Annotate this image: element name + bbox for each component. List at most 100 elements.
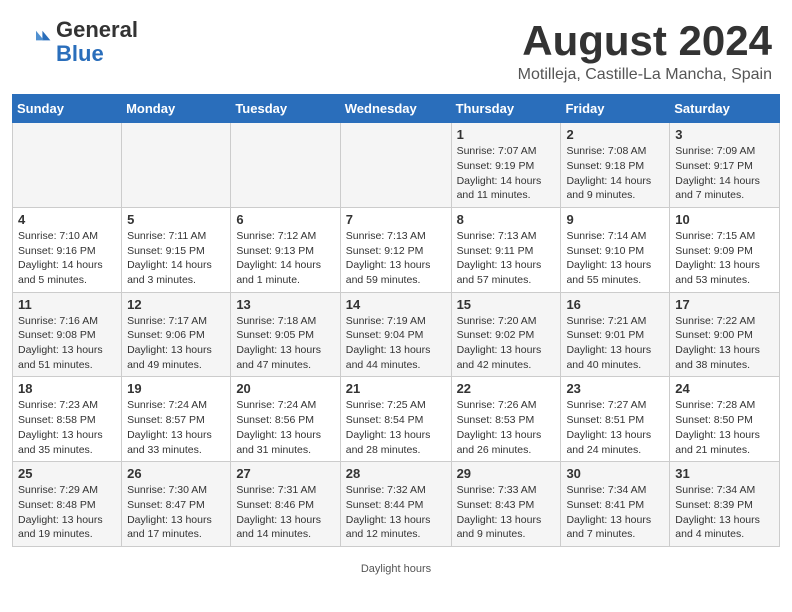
calendar-cell: 9 Sunrise: 7:14 AMSunset: 9:10 PMDaylight… [561, 207, 670, 292]
day-number: 25 [18, 466, 116, 481]
calendar-cell: 12 Sunrise: 7:17 AMSunset: 9:06 PMDayligh… [122, 292, 231, 377]
day-number: 27 [236, 466, 334, 481]
header: General Blue August 2024 Motilleja, Cast… [0, 0, 792, 94]
day-info: Sunrise: 7:12 AMSunset: 9:13 PMDaylight:… [236, 229, 334, 288]
day-info: Sunrise: 7:27 AMSunset: 8:51 PMDaylight:… [566, 398, 664, 457]
calendar-cell: 5 Sunrise: 7:11 AMSunset: 9:15 PMDaylight… [122, 207, 231, 292]
calendar-cell: 28 Sunrise: 7:32 AMSunset: 8:44 PMDayligh… [340, 462, 451, 547]
day-info: Sunrise: 7:28 AMSunset: 8:50 PMDaylight:… [675, 398, 774, 457]
day-of-week-header: Saturday [670, 95, 780, 123]
day-number: 29 [457, 466, 556, 481]
calendar-cell: 15 Sunrise: 7:20 AMSunset: 9:02 PMDayligh… [451, 292, 561, 377]
calendar-cell: 13 Sunrise: 7:18 AMSunset: 9:05 PMDayligh… [231, 292, 340, 377]
day-number: 3 [675, 127, 774, 142]
logo-general: General [56, 17, 138, 42]
day-number: 14 [346, 297, 446, 312]
day-info: Sunrise: 7:13 AMSunset: 9:11 PMDaylight:… [457, 229, 556, 288]
day-of-week-header: Thursday [451, 95, 561, 123]
day-info: Sunrise: 7:15 AMSunset: 9:09 PMDaylight:… [675, 229, 774, 288]
day-number: 5 [127, 212, 225, 227]
day-info: Sunrise: 7:07 AMSunset: 9:19 PMDaylight:… [457, 144, 556, 203]
calendar-cell: 31 Sunrise: 7:34 AMSunset: 8:39 PMDayligh… [670, 462, 780, 547]
day-number: 1 [457, 127, 556, 142]
calendar-cell: 14 Sunrise: 7:19 AMSunset: 9:04 PMDayligh… [340, 292, 451, 377]
day-number: 7 [346, 212, 446, 227]
day-info: Sunrise: 7:22 AMSunset: 9:00 PMDaylight:… [675, 314, 774, 373]
day-number: 31 [675, 466, 774, 481]
day-number: 11 [18, 297, 116, 312]
day-info: Sunrise: 7:33 AMSunset: 8:43 PMDaylight:… [457, 483, 556, 542]
calendar-cell: 3 Sunrise: 7:09 AMSunset: 9:17 PMDaylight… [670, 123, 780, 208]
calendar-cell [13, 123, 122, 208]
day-number: 24 [675, 381, 774, 396]
day-number: 23 [566, 381, 664, 396]
calendar-cell: 18 Sunrise: 7:23 AMSunset: 8:58 PMDayligh… [13, 377, 122, 462]
calendar-cell: 25 Sunrise: 7:29 AMSunset: 8:48 PMDayligh… [13, 462, 122, 547]
day-of-week-header: Friday [561, 95, 670, 123]
calendar-cell: 26Sunrise: 7:30 AMSunset: 8:47 PMDayligh… [122, 462, 231, 547]
day-of-week-header: Sunday [13, 95, 122, 123]
day-info: Sunrise: 7:24 AMSunset: 8:56 PMDaylight:… [236, 398, 334, 457]
calendar-cell: 24 Sunrise: 7:28 AMSunset: 8:50 PMDayligh… [670, 377, 780, 462]
day-number: 9 [566, 212, 664, 227]
calendar-cell [340, 123, 451, 208]
calendar-cell: 27 Sunrise: 7:31 AMSunset: 8:46 PMDayligh… [231, 462, 340, 547]
day-number: 18 [18, 381, 116, 396]
day-of-week-header: Wednesday [340, 95, 451, 123]
calendar-cell: 2Sunrise: 7:08 AMSunset: 9:18 PMDaylight… [561, 123, 670, 208]
day-info: Sunrise: 7:24 AMSunset: 8:57 PMDaylight:… [127, 398, 225, 457]
calendar-cell: 10 Sunrise: 7:15 AMSunset: 9:09 PMDayligh… [670, 207, 780, 292]
calendar-cell: 4Sunrise: 7:10 AMSunset: 9:16 PMDaylight… [13, 207, 122, 292]
day-info: Sunrise: 7:29 AMSunset: 8:48 PMDaylight:… [18, 483, 116, 542]
day-number: 17 [675, 297, 774, 312]
day-info: Sunrise: 7:34 AMSunset: 8:41 PMDaylight:… [566, 483, 664, 542]
day-info: Sunrise: 7:19 AMSunset: 9:04 PMDaylight:… [346, 314, 446, 373]
day-info: Sunrise: 7:32 AMSunset: 8:44 PMDaylight:… [346, 483, 446, 542]
day-info: Sunrise: 7:16 AMSunset: 9:08 PMDaylight:… [18, 314, 116, 373]
day-info: Sunrise: 7:14 AMSunset: 9:10 PMDaylight:… [566, 229, 664, 288]
day-number: 26 [127, 466, 225, 481]
day-info: Sunrise: 7:26 AMSunset: 8:53 PMDaylight:… [457, 398, 556, 457]
day-info: Sunrise: 7:11 AMSunset: 9:15 PMDaylight:… [127, 229, 225, 288]
day-number: 21 [346, 381, 446, 396]
calendar-cell [122, 123, 231, 208]
day-info: Sunrise: 7:20 AMSunset: 9:02 PMDaylight:… [457, 314, 556, 373]
generalblue-logo-icon [20, 26, 52, 58]
calendar-cell: 16Sunrise: 7:21 AMSunset: 9:01 PMDayligh… [561, 292, 670, 377]
logo-blue: Blue [56, 41, 104, 66]
day-info: Sunrise: 7:09 AMSunset: 9:17 PMDaylight:… [675, 144, 774, 203]
day-of-week-header: Tuesday [231, 95, 340, 123]
day-number: 2 [566, 127, 664, 142]
calendar-cell: 8 Sunrise: 7:13 AMSunset: 9:11 PMDaylight… [451, 207, 561, 292]
footer: Daylight hours [0, 559, 792, 579]
day-number: 22 [457, 381, 556, 396]
calendar-cell: 7 Sunrise: 7:13 AMSunset: 9:12 PMDaylight… [340, 207, 451, 292]
calendar-cell: 20Sunrise: 7:24 AMSunset: 8:56 PMDayligh… [231, 377, 340, 462]
day-number: 8 [457, 212, 556, 227]
day-info: Sunrise: 7:10 AMSunset: 9:16 PMDaylight:… [18, 229, 116, 288]
day-number: 28 [346, 466, 446, 481]
day-number: 16 [566, 297, 664, 312]
calendar-cell: 17 Sunrise: 7:22 AMSunset: 9:00 PMDayligh… [670, 292, 780, 377]
day-number: 19 [127, 381, 225, 396]
day-info: Sunrise: 7:23 AMSunset: 8:58 PMDaylight:… [18, 398, 116, 457]
day-info: Sunrise: 7:34 AMSunset: 8:39 PMDaylight:… [675, 483, 774, 542]
day-info: Sunrise: 7:17 AMSunset: 9:06 PMDaylight:… [127, 314, 225, 373]
calendar-cell: 22 Sunrise: 7:26 AMSunset: 8:53 PMDayligh… [451, 377, 561, 462]
month-title: August 2024 [518, 18, 772, 64]
day-info: Sunrise: 7:18 AMSunset: 9:05 PMDaylight:… [236, 314, 334, 373]
calendar-cell: 1 Sunrise: 7:07 AMSunset: 9:19 PMDaylight… [451, 123, 561, 208]
calendar-body: 1 Sunrise: 7:07 AMSunset: 9:19 PMDaylight… [13, 123, 780, 547]
day-number: 15 [457, 297, 556, 312]
day-info: Sunrise: 7:13 AMSunset: 9:12 PMDaylight:… [346, 229, 446, 288]
calendar-cell: 29 Sunrise: 7:33 AMSunset: 8:43 PMDayligh… [451, 462, 561, 547]
calendar-cell: 6Sunrise: 7:12 AMSunset: 9:13 PMDaylight… [231, 207, 340, 292]
location-title: Motilleja, Castille-La Mancha, Spain [518, 66, 772, 84]
day-number: 12 [127, 297, 225, 312]
calendar-table: SundayMondayTuesdayWednesdayThursdayFrid… [12, 94, 780, 547]
day-of-week-header: Monday [122, 95, 231, 123]
day-number: 10 [675, 212, 774, 227]
day-number: 13 [236, 297, 334, 312]
day-info: Sunrise: 7:31 AMSunset: 8:46 PMDaylight:… [236, 483, 334, 542]
calendar-header: SundayMondayTuesdayWednesdayThursdayFrid… [13, 95, 780, 123]
